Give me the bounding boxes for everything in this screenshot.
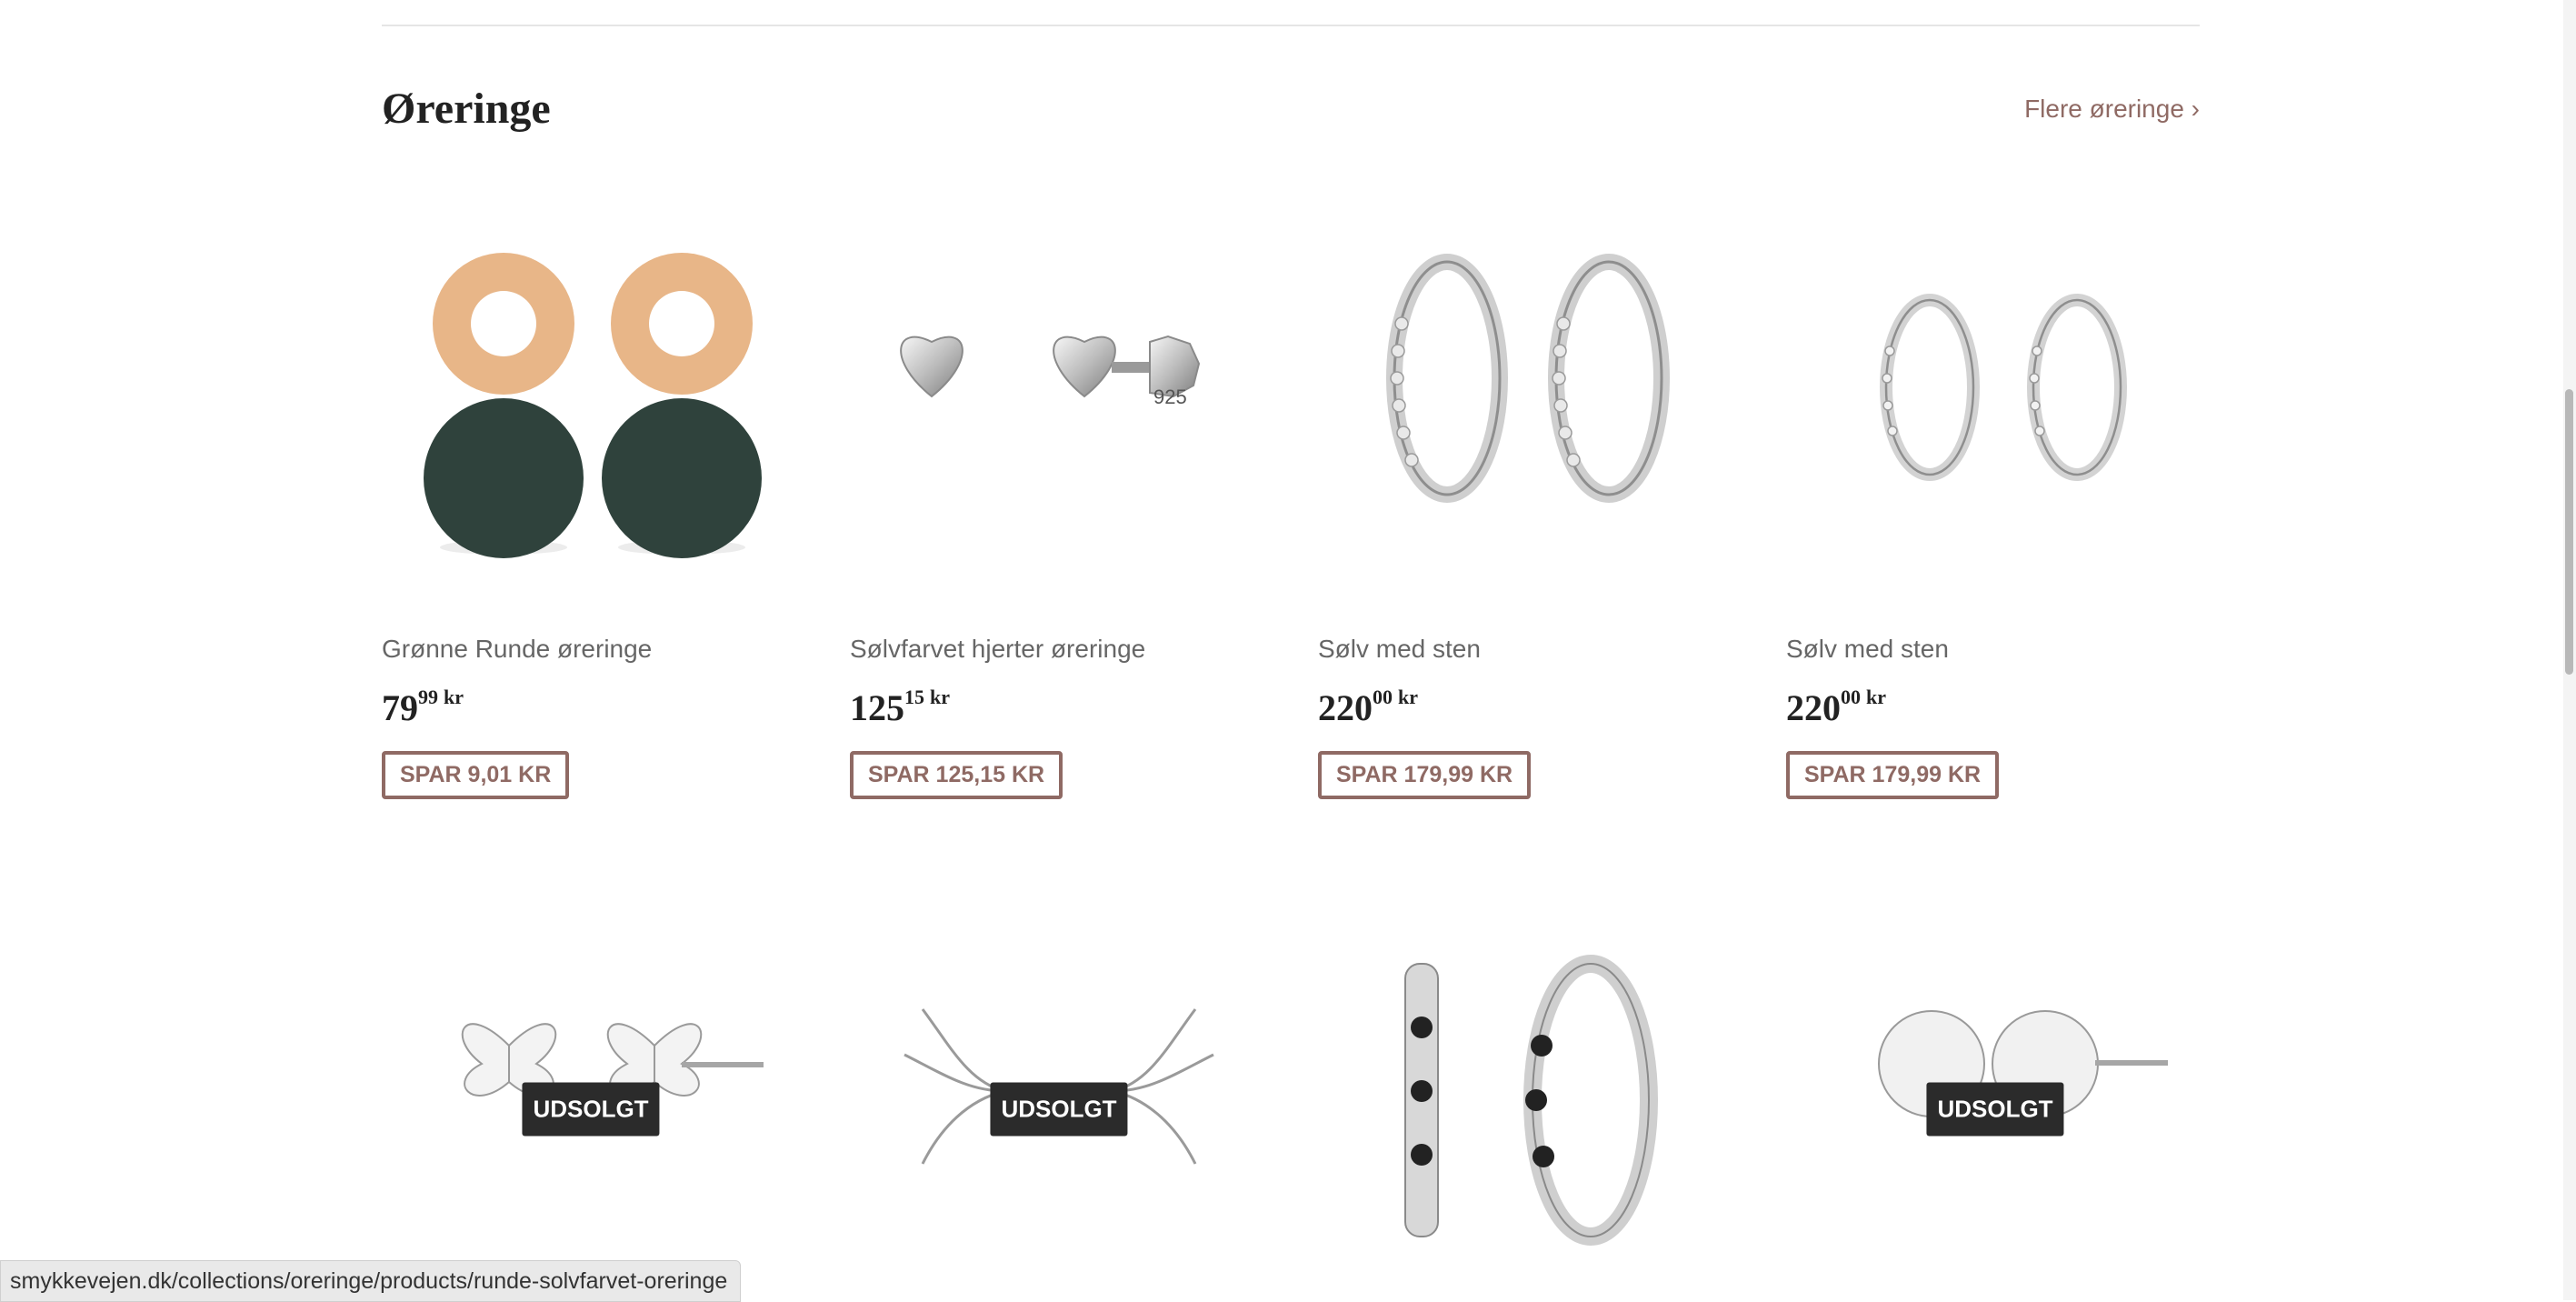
product-image[interactable]: 925 bbox=[850, 224, 1268, 606]
product-name[interactable]: Sølv med sten bbox=[1786, 635, 1949, 664]
product-image[interactable]: UDSOLGT bbox=[382, 918, 800, 1300]
status-bar-url: smykkevejen.dk/collections/oreringe/prod… bbox=[0, 1260, 742, 1302]
product-card[interactable]: Sølv med sten 22000 kr SPAR 179,99 KR bbox=[1786, 224, 2204, 799]
product-price: 22000 kr bbox=[1786, 686, 1886, 728]
product-card[interactable] bbox=[1318, 918, 1736, 1300]
product-card[interactable]: Grønne Runde øreringe 7999 kr SPAR 9,01 K… bbox=[382, 224, 800, 799]
scrollbar-thumb[interactable] bbox=[2565, 389, 2573, 675]
product-card[interactable]: Sølv med sten 22000 kr SPAR 179,99 KR bbox=[1318, 224, 1736, 799]
product-name[interactable]: Sølv med sten bbox=[1318, 635, 1481, 664]
product-image[interactable] bbox=[1786, 224, 2204, 606]
product-card[interactable]: UDSOLGT bbox=[850, 918, 1268, 1300]
product-card[interactable]: UDSOLGT bbox=[1786, 918, 2204, 1300]
more-earrings-link[interactable]: Flere øreringe › bbox=[2024, 95, 2200, 124]
product-image[interactable]: UDSOLGT bbox=[1786, 918, 2204, 1300]
soldout-badge: UDSOLGT bbox=[1926, 1082, 2064, 1137]
save-badge: SPAR 179,99 KR bbox=[1318, 751, 1532, 799]
product-image[interactable] bbox=[382, 224, 800, 606]
green-round-earrings-image bbox=[424, 253, 762, 558]
scrollbar[interactable] bbox=[2563, 0, 2576, 1300]
silver-heart-earrings-image: 925 bbox=[900, 335, 1201, 408]
product-price: 7999 kr bbox=[382, 686, 464, 728]
silver-stone-hoops-image bbox=[1386, 254, 1670, 503]
product-price: 12515 kr bbox=[850, 686, 950, 728]
save-badge: SPAR 125,15 KR bbox=[850, 751, 1063, 799]
product-card[interactable]: 925 Sølvfarvet hjerter øreringe 12515 kr … bbox=[850, 224, 1268, 799]
section-divider bbox=[382, 25, 2200, 26]
product-card[interactable]: UDSOLGT bbox=[382, 918, 800, 1300]
product-name[interactable]: Grønne Runde øreringe bbox=[382, 635, 652, 664]
soldout-badge: UDSOLGT bbox=[990, 1082, 1128, 1137]
product-image[interactable] bbox=[1318, 224, 1736, 606]
save-badge: SPAR 179,99 KR bbox=[1786, 751, 2000, 799]
silver-small-hoops-image bbox=[1880, 294, 2127, 481]
save-badge: SPAR 9,01 KR bbox=[382, 751, 570, 799]
product-price: 22000 kr bbox=[1318, 686, 1418, 728]
product-image[interactable] bbox=[1318, 918, 1736, 1300]
svg-text:925: 925 bbox=[1153, 386, 1187, 408]
product-name[interactable]: Sølvfarvet hjerter øreringe bbox=[850, 635, 1145, 664]
product-image[interactable]: UDSOLGT bbox=[850, 918, 1268, 1300]
soldout-badge: UDSOLGT bbox=[522, 1082, 660, 1137]
heart-black-stone-hoops-image bbox=[1404, 955, 1658, 1246]
section-title: Øreringe bbox=[382, 85, 551, 133]
